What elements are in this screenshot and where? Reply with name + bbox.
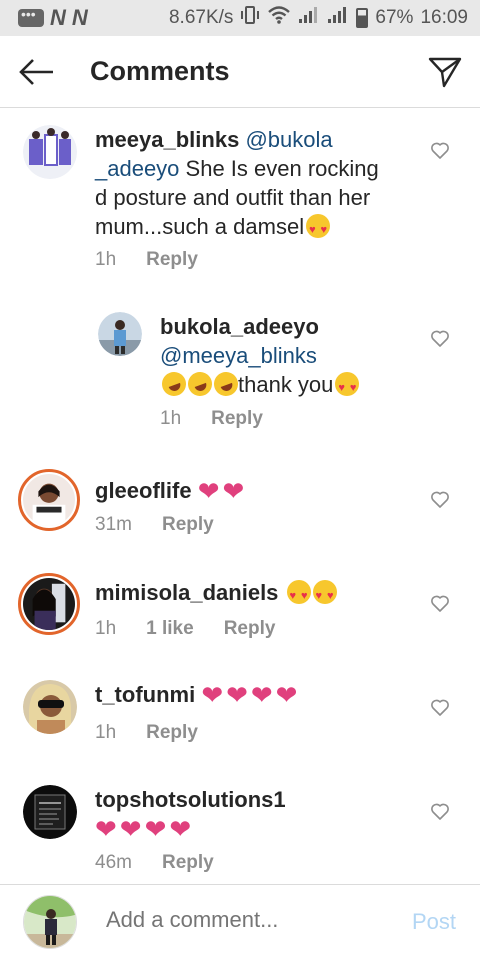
comment-username[interactable]: meeya_blinks xyxy=(95,127,239,152)
signal-icon-1 xyxy=(298,6,320,30)
reply-body: thank you xyxy=(238,372,334,397)
comment-item: mimisola_daniels 1h 1 like Reply xyxy=(0,564,480,664)
reply-item: bukola_adeeyo @meeya_blinks thank you 1h… xyxy=(0,300,480,440)
comment-username[interactable]: gleeoflife xyxy=(95,478,192,503)
reply-button[interactable]: Reply xyxy=(162,514,214,536)
rofl-emoji-icon xyxy=(158,368,190,400)
status-bar: N N 8.67K/s 67% 16:09 xyxy=(0,0,480,36)
comment-time: 46m xyxy=(95,852,132,873)
avatar[interactable] xyxy=(98,312,142,356)
heart-eyes-emoji-icon xyxy=(312,580,337,611)
comment-username[interactable]: mimisola_daniels xyxy=(95,580,278,605)
reply-mention[interactable]: @meeya_blinks xyxy=(160,343,317,368)
page-title: Comments xyxy=(90,56,230,86)
comment-meta: 1h Reply xyxy=(95,249,198,271)
comment-text: meeya_blinks @bukola _adeeyo She Is even… xyxy=(95,125,425,245)
pink-heart-emoji-icon: ❤❤ xyxy=(197,476,248,506)
comment-time: 1h xyxy=(95,722,117,743)
comment-body-3: mum...such a damsel xyxy=(95,214,305,239)
comment-item: topshotsolutions1 ❤❤❤❤ 46m Reply xyxy=(0,776,480,882)
comments-header: Comments xyxy=(0,36,480,108)
wifi-icon xyxy=(267,5,291,31)
comment-body-2: d posture and outfit than her xyxy=(95,185,371,210)
direct-send-icon xyxy=(428,57,462,87)
add-comment-bar: Post xyxy=(0,884,480,960)
chat-notification-icon xyxy=(18,6,44,27)
network-indicator-a: N xyxy=(50,5,66,30)
pink-heart-emoji-icon: ❤❤❤❤ xyxy=(95,814,195,844)
comment-time: 1h xyxy=(95,618,117,639)
like-heart-icon[interactable] xyxy=(430,141,450,161)
comment-mention-cont[interactable]: _adeeyo xyxy=(95,156,179,181)
comment-time: 1h xyxy=(95,249,117,270)
reply-button[interactable]: Reply xyxy=(146,722,198,744)
likes-count[interactable]: 1 like xyxy=(146,618,194,640)
reply-button[interactable]: Reply xyxy=(162,852,214,874)
comment-text: mimisola_daniels xyxy=(95,578,425,611)
like-heart-icon[interactable] xyxy=(430,594,450,614)
share-button[interactable] xyxy=(410,36,480,108)
network-speed: 8.67K/s xyxy=(168,7,234,28)
comment-time: 31m xyxy=(95,514,132,535)
comment-meta: 46m Reply xyxy=(95,852,214,874)
like-heart-icon[interactable] xyxy=(430,698,450,718)
reply-time: 1h xyxy=(160,408,182,429)
comment-username[interactable]: t_tofunmi xyxy=(95,682,195,707)
comment-meta: 1h 1 like Reply xyxy=(95,618,275,640)
comment-item: t_tofunmi ❤❤❤❤ 1h Reply xyxy=(0,670,480,770)
current-user-avatar xyxy=(23,895,77,949)
comment-text: gleeoflife ❤❤ xyxy=(95,476,425,506)
battery-icon xyxy=(356,8,369,28)
avatar[interactable] xyxy=(23,680,77,734)
comment-meta: 1h Reply xyxy=(95,722,198,744)
like-heart-icon[interactable] xyxy=(430,329,450,349)
reply-button[interactable]: Reply xyxy=(224,618,276,640)
comment-username[interactable]: topshotsolutions1 xyxy=(95,787,286,812)
comment-input[interactable] xyxy=(106,907,386,933)
reply-button[interactable]: Reply xyxy=(211,408,263,430)
comment-body-1: She Is even rocking xyxy=(179,156,379,181)
like-heart-icon[interactable] xyxy=(430,802,450,822)
reply-meta: 1h Reply xyxy=(160,408,263,430)
back-button[interactable] xyxy=(2,36,72,108)
clock: 16:09 xyxy=(420,7,468,28)
avatar[interactable] xyxy=(18,469,80,531)
rofl-emoji-icon xyxy=(184,368,216,400)
network-indicator-b: N xyxy=(71,5,88,30)
comment-meta: 31m Reply xyxy=(95,514,214,536)
comment-item: gleeoflife ❤❤ 31m Reply xyxy=(0,460,480,560)
avatar[interactable] xyxy=(18,573,80,635)
post-button[interactable]: Post xyxy=(412,909,456,935)
reply-username[interactable]: bukola_adeeyo xyxy=(160,314,319,339)
vibrate-icon xyxy=(240,5,260,31)
heart-eyes-emoji-icon xyxy=(335,372,360,403)
reply-text: bukola_adeeyo @meeya_blinks thank you xyxy=(158,312,420,403)
heart-eyes-emoji-icon xyxy=(286,580,311,611)
signal-icon-2 xyxy=(327,6,349,30)
like-heart-icon[interactable] xyxy=(430,490,450,510)
avatar[interactable] xyxy=(23,125,77,179)
comment-mention[interactable]: @bukola xyxy=(245,127,332,152)
comment-item: meeya_blinks @bukola _adeeyo She Is even… xyxy=(0,108,480,288)
heart-eyes-emoji-icon xyxy=(306,214,331,245)
back-arrow-icon xyxy=(19,58,53,85)
avatar[interactable] xyxy=(23,785,77,839)
comment-text: t_tofunmi ❤❤❤❤ xyxy=(95,680,425,710)
pink-heart-emoji-icon: ❤❤❤❤ xyxy=(201,680,301,710)
battery-percent: 67% xyxy=(375,7,414,28)
comment-text: topshotsolutions1 ❤❤❤❤ xyxy=(95,785,425,844)
rofl-emoji-icon xyxy=(210,368,242,400)
reply-button[interactable]: Reply xyxy=(146,249,198,271)
